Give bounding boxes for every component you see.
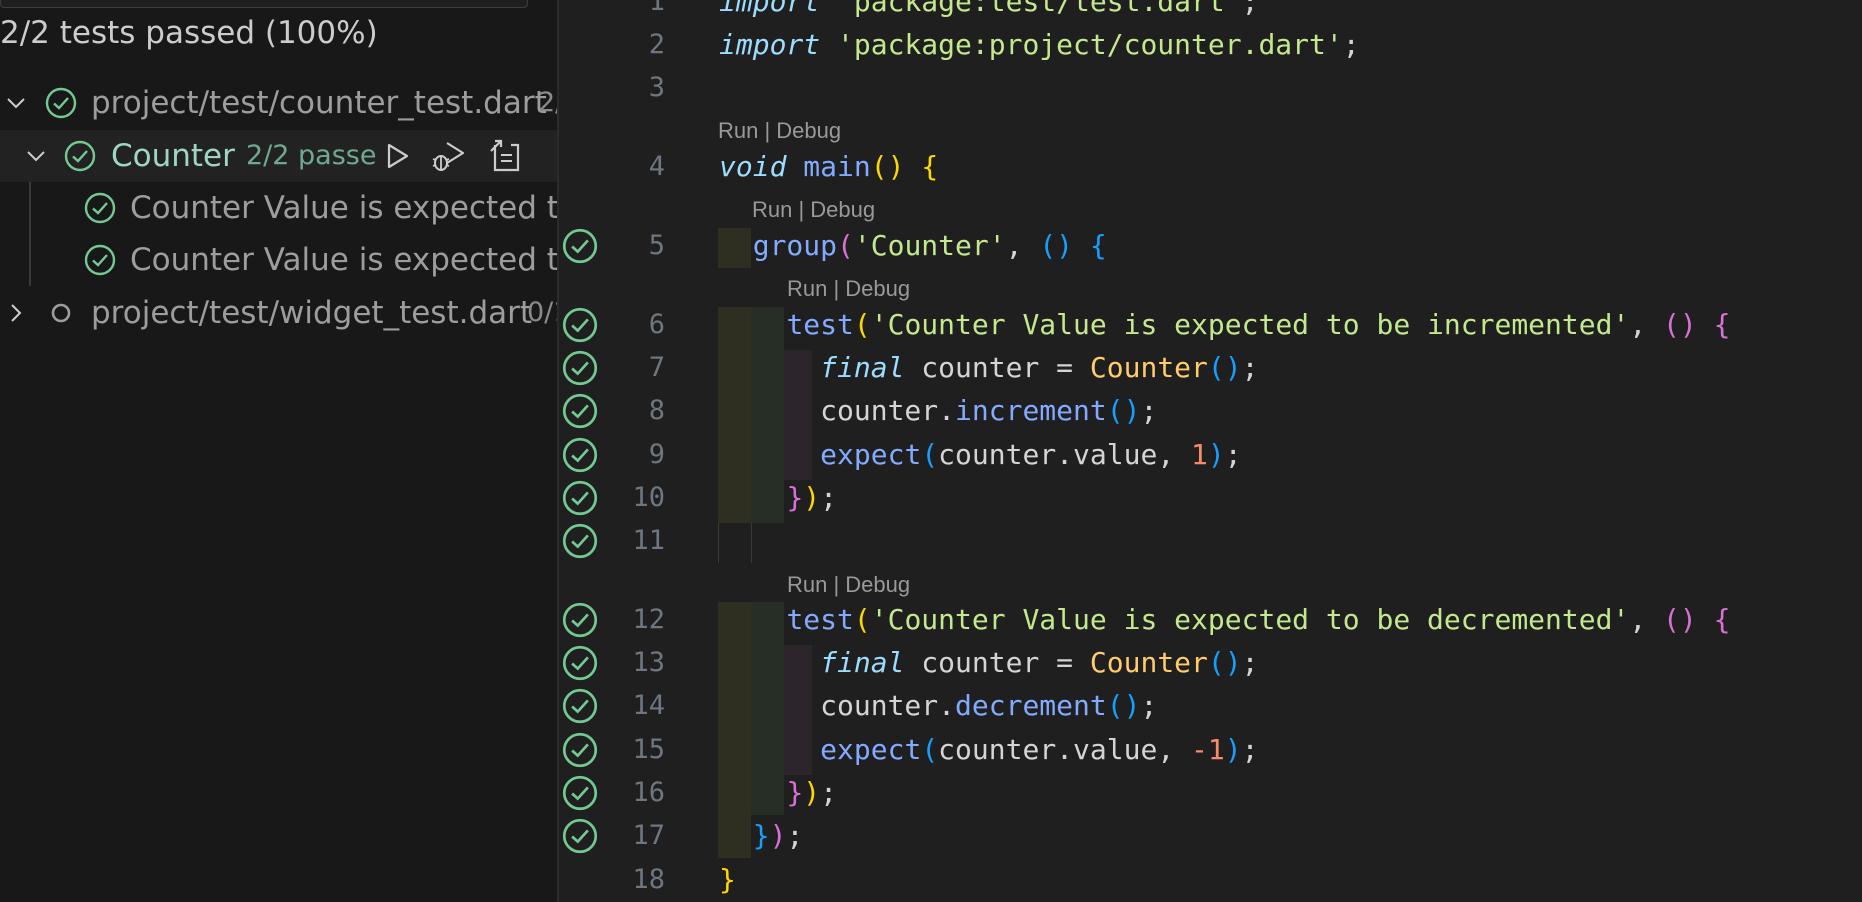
test-explorer-panel: 2/2 tests passed (100%) project/test/cou… <box>0 0 559 902</box>
chevron-right-icon[interactable] <box>2 287 30 339</box>
line-number: 9 <box>648 439 665 470</box>
test-passed-gutter-icon[interactable] <box>562 645 598 681</box>
test-passed-gutter-icon[interactable] <box>562 688 598 724</box>
tree-item-label: Counter Value is expected to <box>130 242 559 278</box>
tree-item-label: project/test/counter_test.dart <box>91 85 547 121</box>
pass-icon <box>82 182 118 234</box>
tree-item-widget-test-file[interactable]: project/test/widget_test.dart 0/1 <box>0 287 557 339</box>
line-number: 3 <box>648 72 665 103</box>
code-line[interactable]: 8 counter.increment(); <box>559 391 1862 431</box>
tree-item-description: 0/1 <box>527 297 557 328</box>
line-number: 11 <box>632 525 665 556</box>
code-text[interactable]: counter.decrement(); <box>719 689 1862 722</box>
pass-icon <box>43 77 79 129</box>
tree-item-counter-group[interactable]: Counter 2/2 passe <box>0 130 557 182</box>
code-line[interactable]: 2 import 'package:project/counter.dart'; <box>559 25 1862 65</box>
tree-item-description: 2/ <box>538 87 557 118</box>
line-number: 12 <box>632 604 665 635</box>
code-text[interactable]: import 'package:test/test.dart'; <box>719 0 1862 18</box>
run-icon[interactable] <box>377 130 417 182</box>
tree-item-label: project/test/widget_test.dart <box>91 295 533 331</box>
test-passed-gutter-icon[interactable] <box>562 732 598 768</box>
code-text[interactable]: }); <box>719 819 1862 852</box>
test-passed-gutter-icon[interactable] <box>562 228 598 264</box>
test-passed-gutter-icon[interactable] <box>562 523 598 559</box>
codelens-run-debug[interactable]: Run | Debug <box>787 276 910 302</box>
test-filter-input[interactable] <box>0 0 528 8</box>
code-text[interactable]: import 'package:project/counter.dart'; <box>719 28 1862 61</box>
unrun-icon <box>43 287 79 339</box>
code-text[interactable]: }); <box>719 776 1862 809</box>
code-text[interactable]: expect(counter.value, -1); <box>719 733 1862 766</box>
tree-item-counter-test-file[interactable]: project/test/counter_test.dart 2/ <box>0 77 557 129</box>
line-number: 2 <box>648 29 665 60</box>
codelens-run-debug[interactable]: Run | Debug <box>787 572 910 598</box>
code-text[interactable]: final counter = Counter(); <box>719 351 1862 384</box>
line-number: 4 <box>648 151 665 182</box>
go-to-file-icon[interactable] <box>485 130 525 182</box>
tree-item-test-decrement[interactable]: Counter Value is expected to <box>0 234 557 286</box>
test-passed-gutter-icon[interactable] <box>562 393 598 429</box>
code-line[interactable]: 1 import 'package:test/test.dart'; <box>559 0 1862 22</box>
line-number: 10 <box>632 482 665 513</box>
debug-icon[interactable] <box>428 130 468 182</box>
test-passed-gutter-icon[interactable] <box>562 437 598 473</box>
test-passed-gutter-icon[interactable] <box>562 350 598 386</box>
test-passed-gutter-icon[interactable] <box>562 602 598 638</box>
code-text[interactable]: counter.increment(); <box>719 394 1862 427</box>
code-line[interactable]: 6 test('Counter Value is expected to be … <box>559 305 1862 345</box>
code-text[interactable]: test('Counter Value is expected to be de… <box>719 603 1862 636</box>
code-line[interactable]: 3 <box>559 68 1862 108</box>
line-number: 5 <box>648 230 665 261</box>
code-text[interactable]: expect(counter.value, 1); <box>719 438 1862 471</box>
line-number: 6 <box>648 309 665 340</box>
code-line[interactable]: 9 expect(counter.value, 1); <box>559 435 1862 475</box>
line-number: 16 <box>632 777 665 808</box>
line-number: 8 <box>648 395 665 426</box>
pass-icon <box>82 234 118 286</box>
tree-item-test-increment[interactable]: Counter Value is expected to <box>0 182 557 234</box>
code-line[interactable]: 12 test('Counter Value is expected to be… <box>559 600 1862 640</box>
chevron-down-icon[interactable] <box>2 77 30 129</box>
code-line[interactable]: 17 }); <box>559 816 1862 856</box>
pass-icon <box>62 130 98 182</box>
code-line[interactable]: 14 counter.decrement(); <box>559 686 1862 726</box>
line-number: 1 <box>648 0 665 17</box>
code-text[interactable]: }); <box>719 481 1862 514</box>
code-editor[interactable]: Run | Debug Run | Debug Run | Debug Run … <box>559 0 1862 902</box>
line-number: 18 <box>632 864 665 895</box>
test-summary: 2/2 tests passed (100%) <box>0 15 378 51</box>
code-text[interactable]: final counter = Counter(); <box>719 646 1862 679</box>
code-text[interactable]: test('Counter Value is expected to be in… <box>719 308 1862 341</box>
line-number: 13 <box>632 647 665 678</box>
test-passed-gutter-icon[interactable] <box>562 818 598 854</box>
tree-item-label: Counter <box>111 138 235 174</box>
code-line[interactable]: 4 void main() { <box>559 147 1862 187</box>
codelens-run-debug[interactable]: Run | Debug <box>718 118 841 144</box>
codelens-run-debug[interactable]: Run | Debug <box>752 197 875 223</box>
code-line[interactable]: 16 }); <box>559 773 1862 813</box>
chevron-down-icon[interactable] <box>22 130 50 182</box>
code-text[interactable]: group('Counter', () { <box>719 229 1862 262</box>
code-line[interactable]: 13 final counter = Counter(); <box>559 643 1862 683</box>
line-number: 15 <box>632 734 665 765</box>
code-line[interactable]: 5 group('Counter', () { <box>559 226 1862 266</box>
line-number: 14 <box>632 690 665 721</box>
test-passed-gutter-icon[interactable] <box>562 307 598 343</box>
code-text[interactable]: void main() { <box>719 150 1862 183</box>
code-line[interactable]: 11 <box>559 521 1862 561</box>
test-passed-gutter-icon[interactable] <box>562 480 598 516</box>
line-number: 17 <box>632 820 665 851</box>
tree-item-description: 2/2 passe <box>246 140 377 171</box>
code-text[interactable]: } <box>719 863 1862 896</box>
test-passed-gutter-icon[interactable] <box>562 775 598 811</box>
code-line[interactable]: 18} <box>559 860 1862 900</box>
code-line[interactable]: 7 final counter = Counter(); <box>559 348 1862 388</box>
line-number: 7 <box>648 352 665 383</box>
code-line[interactable]: 10 }); <box>559 478 1862 518</box>
code-line[interactable]: 15 expect(counter.value, -1); <box>559 730 1862 770</box>
tree-item-label: Counter Value is expected to <box>130 190 559 226</box>
